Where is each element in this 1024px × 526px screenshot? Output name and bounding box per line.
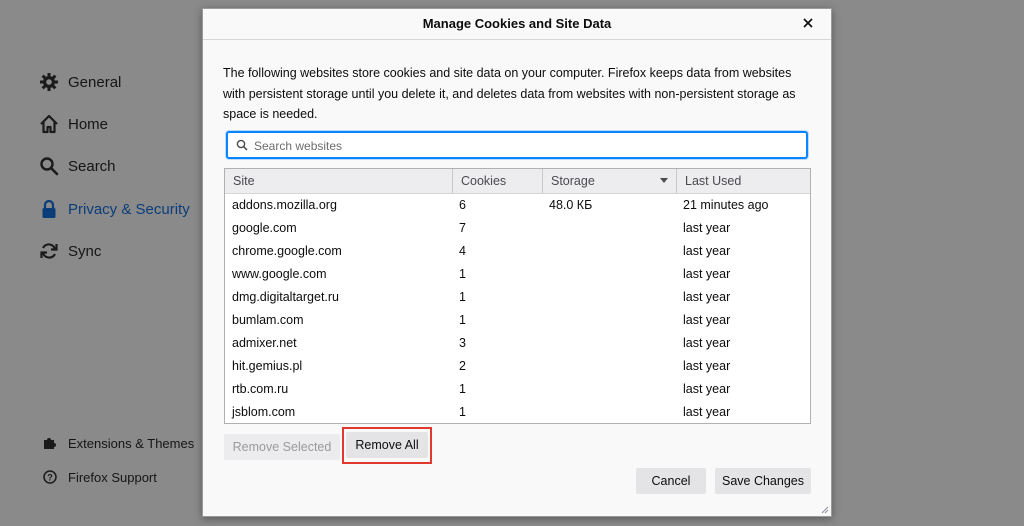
dialog-title: Manage Cookies and Site Data — [422, 16, 612, 31]
column-header-site[interactable]: Site — [225, 169, 452, 193]
sidebar-item-extensions-themes[interactable]: Extensions & Themes — [42, 435, 194, 451]
manage-cookies-dialog: Manage Cookies and Site Data The followi… — [202, 8, 832, 517]
dialog-titlebar: Manage Cookies and Site Data — [203, 9, 831, 40]
sidebar-item-label: Home — [68, 115, 109, 133]
table-header: Site Cookies Storage Last Used — [225, 169, 810, 194]
column-header-storage[interactable]: Storage — [542, 169, 676, 193]
cell-last-used: last year — [683, 313, 731, 327]
table-row[interactable]: jsblom.com 1 last year — [225, 401, 810, 423]
cell-site: addons.mozilla.org — [232, 198, 337, 212]
sites-table: Site Cookies Storage Last Used addons.mo… — [224, 168, 811, 424]
search-field[interactable] — [226, 131, 808, 159]
cell-site: chrome.google.com — [232, 244, 342, 258]
column-header-cookies[interactable]: Cookies — [452, 169, 542, 193]
sidebar-item-label: Firefox Support — [68, 469, 157, 485]
table-body: addons.mozilla.org 6 48.0 КБ 21 minutes ago… — [225, 194, 810, 423]
table-row[interactable]: admixer.net 3 last year — [225, 332, 810, 355]
gear-icon — [38, 71, 60, 93]
preferences-sidebar: General Home Search Privacy & Security S… — [0, 0, 200, 526]
cell-cookies: 1 — [459, 382, 466, 396]
cell-last-used: last year — [683, 244, 731, 258]
column-header-label: Storage — [551, 174, 595, 188]
sidebar-item-general[interactable]: General — [38, 71, 121, 93]
search-icon — [236, 139, 248, 151]
sidebar-item-label: Extensions & Themes — [68, 435, 195, 451]
cell-last-used: last year — [683, 405, 731, 419]
cell-site: jsblom.com — [232, 405, 296, 419]
column-header-last-used[interactable]: Last Used — [676, 169, 810, 193]
cell-cookies: 4 — [459, 244, 466, 258]
cell-last-used: last year — [683, 290, 731, 304]
sync-icon — [38, 240, 60, 262]
cell-cookies: 3 — [459, 336, 466, 350]
sidebar-item-firefox-support[interactable]: ? Firefox Support — [42, 469, 157, 485]
highlight-annotation — [342, 427, 432, 464]
cell-cookies: 7 — [459, 221, 466, 235]
table-row[interactable]: google.com 7 last year — [225, 217, 810, 240]
table-row[interactable]: addons.mozilla.org 6 48.0 КБ 21 minutes ago — [225, 194, 810, 217]
cell-cookies: 1 — [459, 405, 466, 419]
sidebar-item-label: General — [68, 73, 122, 91]
sidebar-item-label: Privacy & Security — [68, 200, 190, 218]
cell-cookies: 2 — [459, 359, 466, 373]
table-row[interactable]: www.google.com 1 last year — [225, 263, 810, 286]
close-icon — [803, 18, 813, 28]
save-changes-button[interactable]: Save Changes — [715, 468, 811, 494]
table-row[interactable]: hit.gemius.pl 2 last year — [225, 355, 810, 378]
puzzle-icon — [42, 435, 58, 451]
sidebar-item-search[interactable]: Search — [38, 155, 116, 177]
table-row[interactable]: bumlam.com 1 last year — [225, 309, 810, 332]
close-button[interactable] — [799, 14, 817, 32]
table-row[interactable]: chrome.google.com 4 last year — [225, 240, 810, 263]
cell-site: google.com — [232, 221, 297, 235]
cell-site: www.google.com — [232, 267, 327, 281]
cell-cookies: 1 — [459, 267, 466, 281]
dialog-description: The following websites store cookies and… — [223, 66, 796, 121]
sidebar-item-label: Sync — [68, 242, 102, 260]
table-row[interactable]: rtb.com.ru 1 last year — [225, 378, 810, 401]
cell-last-used: last year — [683, 221, 731, 235]
cell-cookies: 1 — [459, 313, 466, 327]
search-input[interactable] — [252, 133, 796, 159]
home-icon — [38, 113, 60, 135]
sidebar-item-label: Search — [68, 157, 116, 175]
cell-site: bumlam.com — [232, 313, 304, 327]
sidebar-item-home[interactable]: Home — [38, 113, 108, 135]
search-icon — [38, 155, 60, 177]
cell-site: admixer.net — [232, 336, 297, 350]
sidebar-item-privacy-security[interactable]: Privacy & Security — [38, 198, 190, 220]
help-icon: ? — [42, 469, 58, 485]
lock-icon — [38, 198, 60, 220]
cell-last-used: 21 minutes ago — [683, 198, 769, 212]
cell-cookies: 6 — [459, 198, 466, 212]
cell-site: dmg.digitaltarget.ru — [232, 290, 340, 304]
remove-selected-button[interactable]: Remove Selected — [224, 434, 340, 460]
cell-last-used: last year — [683, 267, 731, 281]
cancel-button[interactable]: Cancel — [636, 468, 706, 494]
cell-site: rtb.com.ru — [232, 382, 289, 396]
svg-text:?: ? — [47, 473, 53, 483]
cell-last-used: last year — [683, 359, 731, 373]
sidebar-item-sync[interactable]: Sync — [38, 240, 101, 262]
cell-last-used: last year — [683, 382, 731, 396]
cell-last-used: last year — [683, 336, 731, 350]
sort-descending-icon — [660, 178, 668, 183]
table-row[interactable]: dmg.digitaltarget.ru 1 last year — [225, 286, 810, 309]
cell-site: hit.gemius.pl — [232, 359, 303, 373]
cell-storage: 48.0 КБ — [549, 198, 593, 212]
resize-grip-icon[interactable] — [819, 504, 829, 514]
cell-cookies: 1 — [459, 290, 466, 304]
